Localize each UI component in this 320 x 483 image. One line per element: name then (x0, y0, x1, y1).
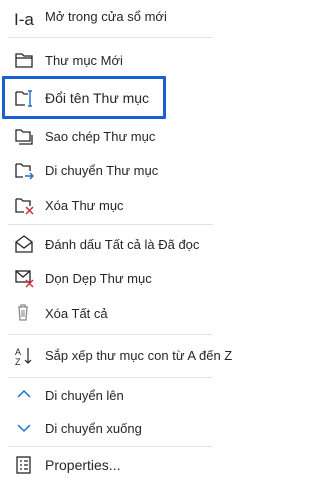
menu-divider (8, 446, 213, 447)
folder-context-menu: I-a Mở trong cửa sổ mới Thư mục Mới Đổi … (0, 0, 232, 483)
menu-item-clean-up-folder[interactable]: Dọn Dẹp Thư mục (0, 263, 221, 293)
svg-text:Z: Z (15, 357, 21, 366)
menu-item-label: Mở trong cửa sổ mới (45, 9, 167, 24)
menu-item-label: Thư mục Mới (45, 53, 123, 68)
move-folder-icon (14, 161, 34, 181)
menu-divider (8, 334, 213, 335)
menu-item-new-folder[interactable]: Thư mục Mới (0, 44, 221, 74)
menu-item-delete-all[interactable]: Xóa Tất cả (0, 298, 221, 328)
menu-item-label: Properties... (45, 457, 121, 473)
menu-item-copy-folder[interactable]: Sao chép Thư mục (0, 123, 221, 151)
menu-item-open-in-new-window[interactable]: I-a Mở trong cửa sổ mới (0, 2, 221, 32)
menu-divider (8, 377, 213, 378)
menu-item-label: Xóa Tất cả (45, 306, 108, 321)
menu-item-label: Di chuyển xuống (45, 421, 142, 436)
rename-icon (14, 88, 34, 108)
menu-item-move-folder[interactable]: Di chuyển Thư mục (0, 157, 221, 185)
menu-item-label: Sắp xếp thư mục con từ A đến Z (45, 348, 233, 363)
new-folder-icon (14, 50, 34, 70)
menu-item-mark-all-read[interactable]: Đánh dấu Tất cả là Đã đọc (0, 229, 221, 259)
menu-item-label: Đổi tên Thư mục (45, 90, 150, 106)
menu-item-rename-folder[interactable]: Đổi tên Thư mục (0, 82, 221, 114)
svg-text:A: A (15, 347, 21, 357)
delete-all-icon (14, 303, 34, 323)
menu-item-label: Di chuyển Thư mục (45, 163, 159, 178)
menu-item-move-up[interactable]: Di chuyển lên (0, 380, 221, 410)
mark-read-icon (14, 234, 34, 254)
open-new-window-icon: I-a (14, 9, 34, 29)
menu-item-sort-subfolders[interactable]: AZ Sắp xếp thư mục con từ A đến Z (0, 340, 232, 372)
menu-item-label: Sao chép Thư mục (45, 129, 156, 144)
chevron-up-icon (14, 385, 34, 405)
chevron-down-icon (14, 418, 34, 438)
menu-item-label: Di chuyển lên (45, 388, 124, 403)
menu-divider (8, 37, 213, 38)
properties-icon (14, 455, 34, 475)
menu-item-delete-folder[interactable]: Xóa Thư mục (0, 192, 221, 220)
clean-up-icon (14, 268, 34, 288)
menu-item-label: Đánh dấu Tất cả là Đã đọc (45, 237, 200, 252)
svg-text:I-a: I-a (14, 10, 34, 29)
menu-item-label: Xóa Thư mục (45, 198, 124, 213)
menu-item-label: Dọn Dẹp Thư mục (45, 271, 152, 286)
copy-folder-icon (14, 127, 34, 147)
menu-item-properties[interactable]: Properties... (0, 450, 221, 480)
menu-item-move-down[interactable]: Di chuyển xuống (0, 413, 221, 443)
menu-divider (8, 224, 213, 225)
delete-folder-icon (14, 196, 34, 216)
sort-az-icon: AZ (14, 346, 34, 366)
